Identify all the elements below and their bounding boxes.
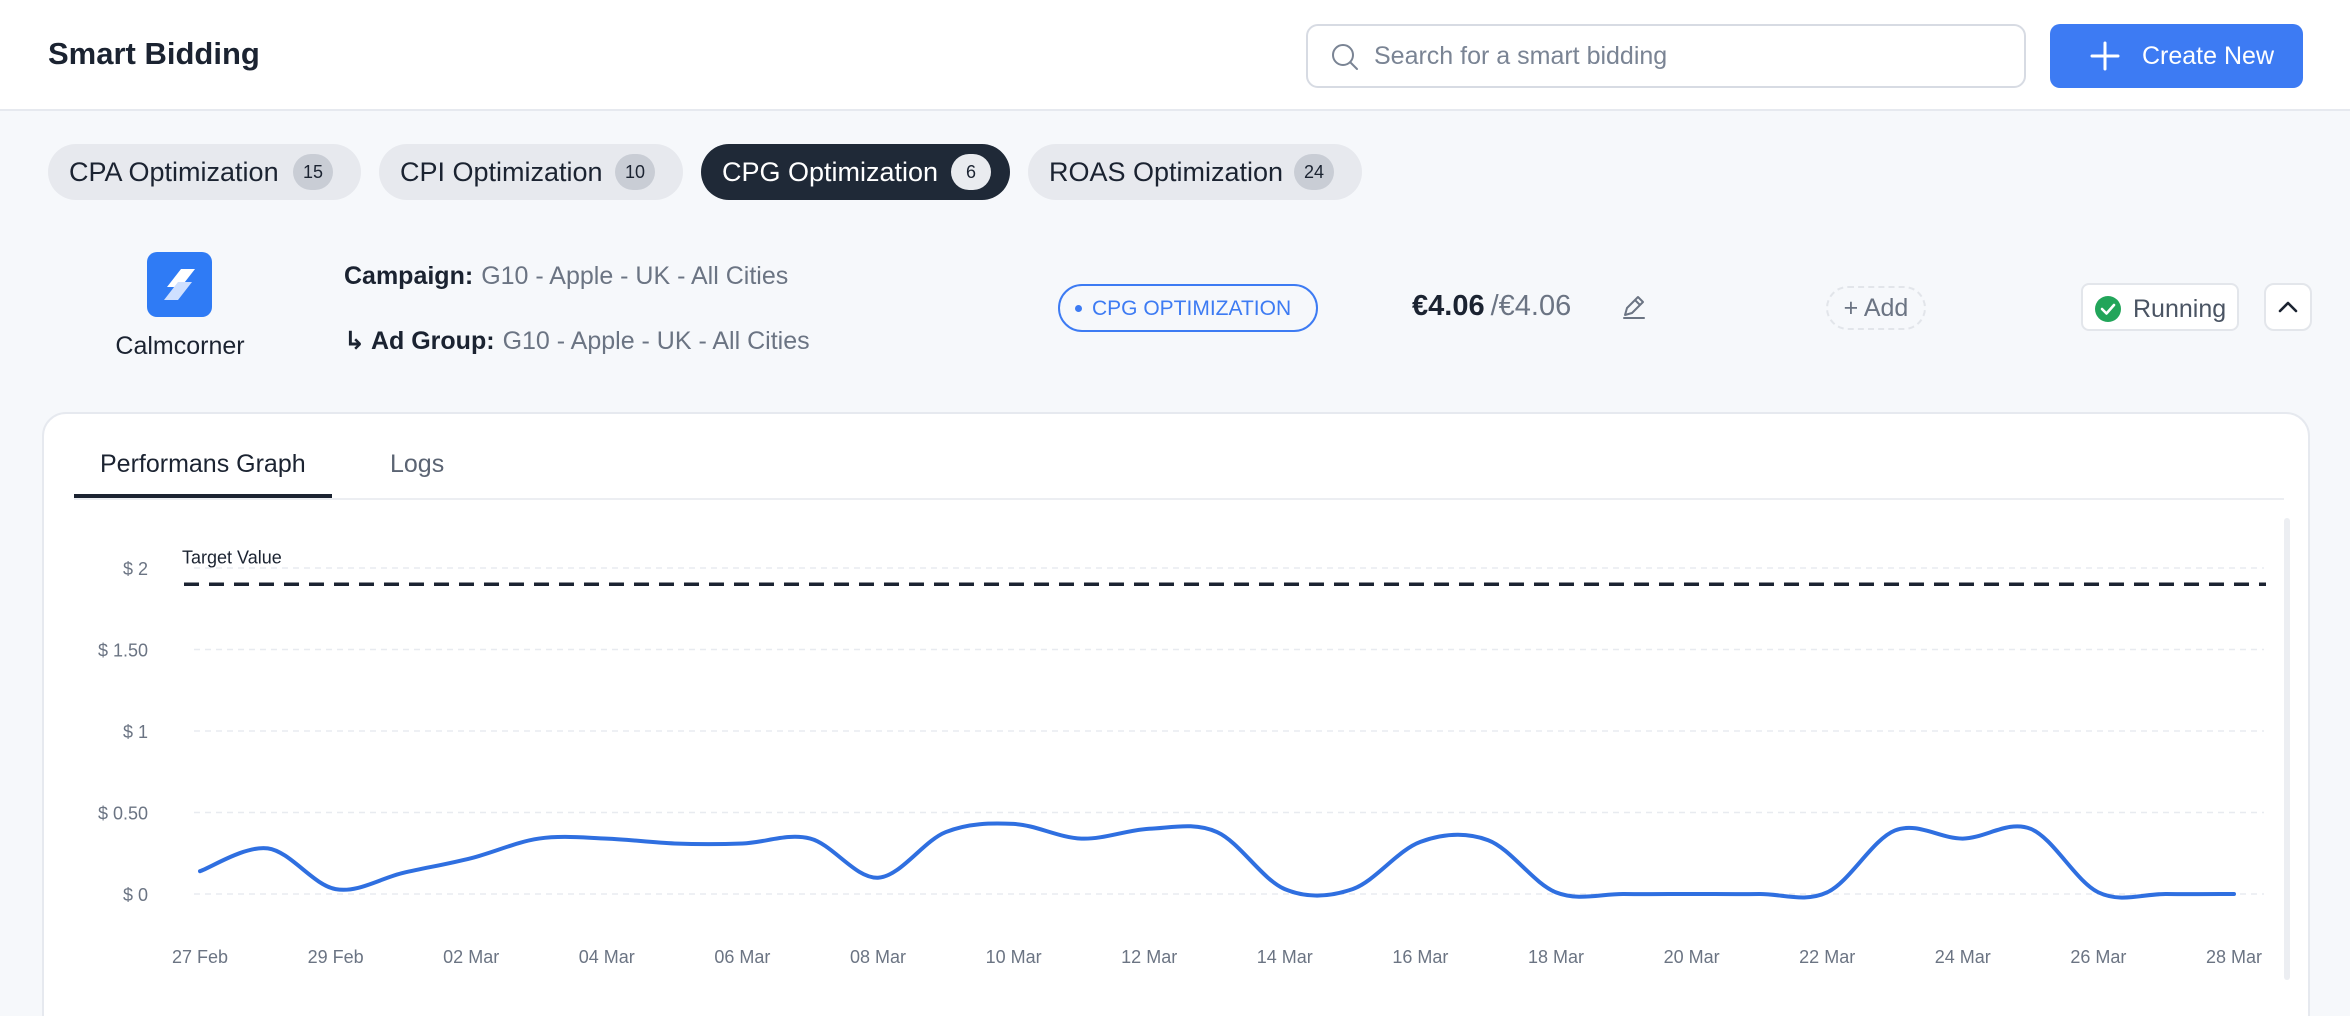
tab-roas-optimization[interactable]: ROAS Optimization 24 xyxy=(1028,144,1362,200)
check-circle-icon xyxy=(2095,296,2121,322)
plus-icon xyxy=(2090,41,2120,71)
optimization-type-badge: CPG OPTIMIZATION xyxy=(1058,284,1318,332)
adgroup-value: G10 - Apple - UK - All Cities xyxy=(502,327,810,355)
price-current: €4.06 xyxy=(1412,290,1485,322)
x-tick-label: 28 Mar xyxy=(2206,947,2262,967)
tab-label: CPA Optimization xyxy=(69,157,279,187)
tab-count-badge: 10 xyxy=(615,154,655,190)
search-box[interactable] xyxy=(1306,24,2026,88)
tab-count-badge: 24 xyxy=(1294,154,1334,190)
series-line xyxy=(198,821,2236,900)
x-tick-label: 14 Mar xyxy=(1257,947,1313,967)
target-label: Target Value xyxy=(182,547,282,567)
badge-dot-icon xyxy=(1075,305,1082,312)
badge-label: CPG OPTIMIZATION xyxy=(1092,297,1292,320)
bid-value: €4.06/€4.06 xyxy=(1412,290,1571,323)
status-badge[interactable]: Running xyxy=(2081,283,2239,331)
x-tick-label: 24 Mar xyxy=(1935,947,1991,967)
x-tick-label: 27 Feb xyxy=(172,947,228,967)
x-tick-label: 22 Mar xyxy=(1799,947,1855,967)
create-new-button[interactable]: Create New xyxy=(2050,24,2303,88)
page-title: Smart Bidding xyxy=(48,36,260,71)
app-logo xyxy=(147,252,212,317)
x-tick-label: 06 Mar xyxy=(714,947,770,967)
campaign-row: Calmcorner Campaign: G10 - Apple - UK - A… xyxy=(0,240,2350,390)
tab-cpa-optimization[interactable]: CPA Optimization 15 xyxy=(48,144,361,200)
search-icon xyxy=(1332,44,1358,70)
adgroup-info: ↳ Ad Group: G10 - Apple - UK - All Cities xyxy=(344,326,810,356)
top-bar: Smart Bidding Create New xyxy=(0,0,2350,111)
x-tick-label: 12 Mar xyxy=(1121,947,1177,967)
performance-line-chart: $ 0 $ 0.50 $ 1 $ 1.50 $ 2 Target Value 27 Feb 2… xyxy=(98,547,2266,967)
campaign-info: Campaign: G10 - Apple - UK - All Cities xyxy=(344,262,788,291)
tab-label: CPG Optimization xyxy=(722,157,939,187)
add-button[interactable]: + Add xyxy=(1826,286,1926,330)
performance-card: Performans Graph Logs $ 0 $ 0.50 $ 1 $ 1.50… xyxy=(42,412,2310,1016)
collapse-button[interactable] xyxy=(2264,283,2312,331)
tab-count-badge: 6 xyxy=(951,154,991,190)
price-total: /€4.06 xyxy=(1490,290,1572,322)
adgroup-key: ↳ Ad Group: xyxy=(344,327,495,355)
x-tick-label: 29 Feb xyxy=(308,947,364,967)
y-tick-label: $ 1.50 xyxy=(98,641,148,661)
x-tick-label: 04 Mar xyxy=(579,947,635,967)
y-tick-label: $ 0.50 xyxy=(98,804,148,824)
tab-cpg-optimization[interactable]: CPG Optimization 6 xyxy=(701,144,1010,200)
tab-label: ROAS Optimization xyxy=(1049,157,1284,187)
x-tick-label: 16 Mar xyxy=(1392,947,1448,967)
x-tick-label: 26 Mar xyxy=(2070,947,2126,967)
x-tick-label: 20 Mar xyxy=(1664,947,1720,967)
tab-cpi-optimization[interactable]: CPI Optimization 10 xyxy=(379,144,683,200)
x-tick-label: 18 Mar xyxy=(1528,947,1584,967)
pencil-icon[interactable] xyxy=(1620,292,1648,320)
status-label: Running xyxy=(2133,295,2227,323)
x-tick-label: 02 Mar xyxy=(443,947,499,967)
y-tick-label: $ 0 xyxy=(123,885,148,905)
campaign-value: G10 - Apple - UK - All Cities xyxy=(481,262,789,290)
x-tick-label: 10 Mar xyxy=(986,947,1042,967)
search-input[interactable] xyxy=(1374,26,2004,86)
y-tick-label: $ 2 xyxy=(123,559,148,579)
create-new-label: Create New xyxy=(2142,42,2274,70)
y-tick-label: $ 1 xyxy=(123,722,148,742)
chart-scrollbar[interactable] xyxy=(2284,518,2290,980)
campaign-key: Campaign: xyxy=(344,262,474,290)
chevron-up-icon xyxy=(2278,301,2298,313)
tab-label: CPI Optimization xyxy=(400,157,603,187)
logo-mark-icon xyxy=(164,269,195,300)
brand-name: Calmcorner xyxy=(115,332,245,360)
x-tick-label: 08 Mar xyxy=(850,947,906,967)
tab-count-badge: 15 xyxy=(293,154,333,190)
